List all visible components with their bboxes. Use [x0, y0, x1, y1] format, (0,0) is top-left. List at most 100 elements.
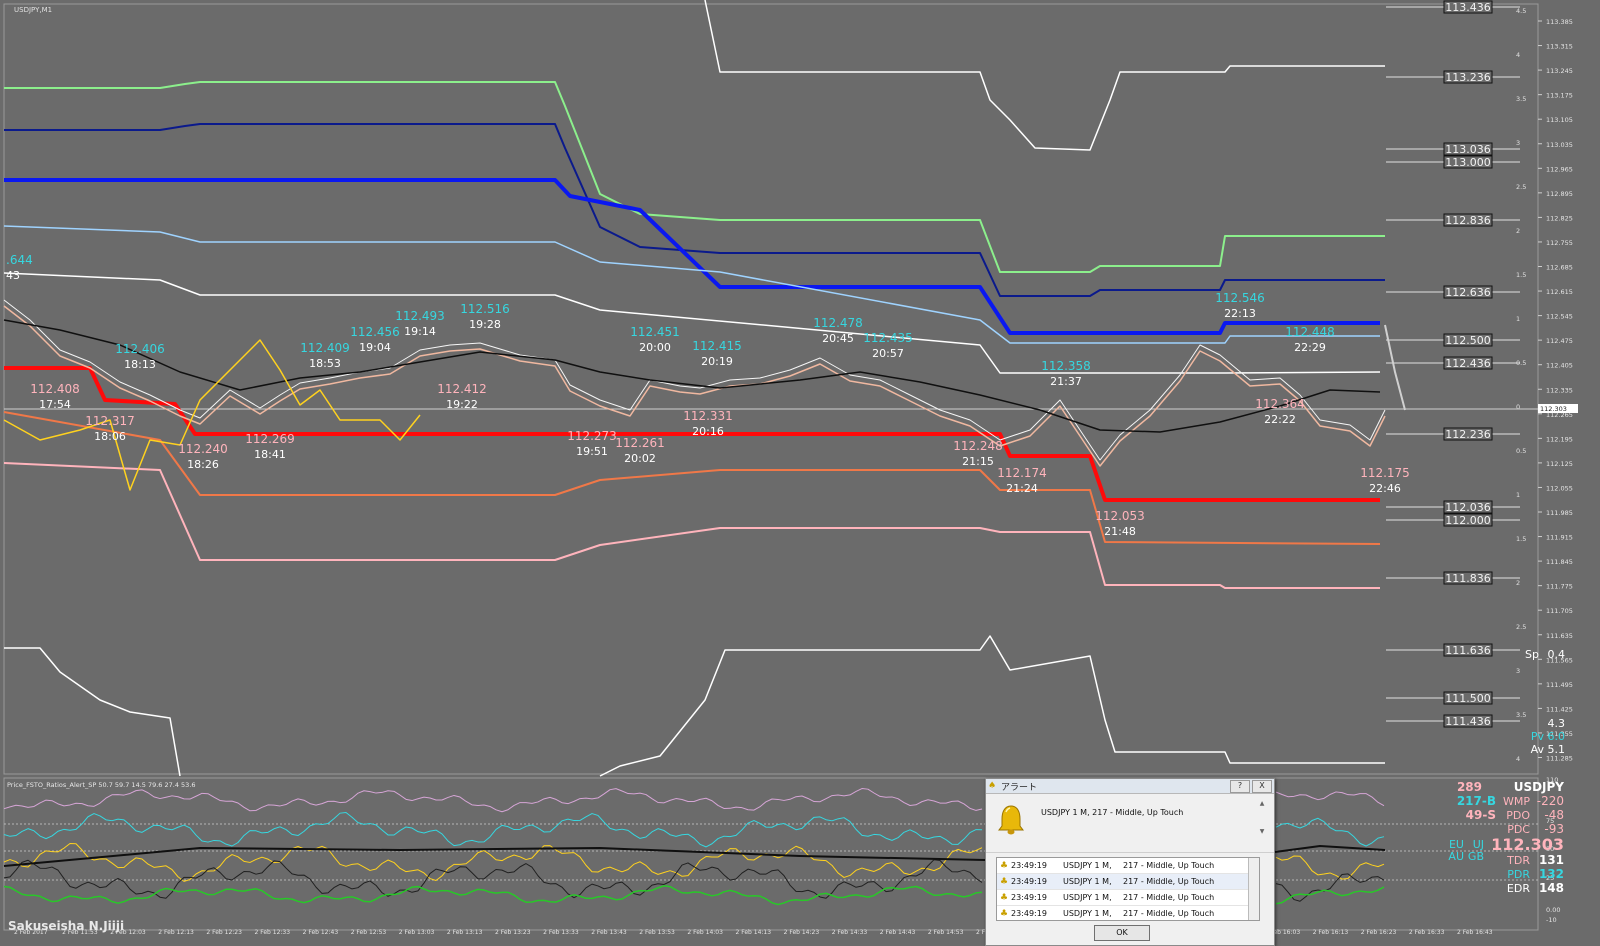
- x-tick-label: 2 Feb 14:43: [880, 929, 916, 936]
- low-time-label: 20:02: [624, 452, 656, 465]
- sigma-label: 4.5: [1516, 7, 1526, 15]
- alert-history-row[interactable]: ♣ 23:49:19 USDJPY 1 M, 217 - Middle, Up Tou…: [997, 890, 1259, 906]
- x-tick-label: 2 Feb 14:33: [832, 929, 868, 936]
- x-tick-label: 2 Feb 14:13: [736, 929, 772, 936]
- alert-row-symbol: USDJPY 1 M,: [1063, 893, 1112, 902]
- level-box-label: 113.000: [1445, 156, 1491, 169]
- level-box-label: 112.036: [1445, 501, 1491, 514]
- alert-row-time: 23:49:19: [1011, 893, 1047, 902]
- y-tick-label: 111.915: [1546, 534, 1573, 542]
- x-tick-label: 2 Feb 16:13: [1313, 929, 1349, 936]
- sigma-label: 3: [1516, 667, 1520, 675]
- stat-pdr: PDR: [1507, 868, 1530, 881]
- help-button[interactable]: ?: [1230, 780, 1250, 793]
- message-scrollbar[interactable]: ▲ ▼: [1258, 800, 1266, 844]
- low-time-label: 18:26: [187, 458, 219, 471]
- low-price-label: 112.174: [997, 466, 1047, 480]
- low-time-label: 21:48: [1104, 525, 1136, 538]
- stat-289: 289: [1457, 780, 1482, 794]
- x-tick-label: 2 Feb 16:23: [1361, 929, 1397, 936]
- y-tick-label: 113.315: [1546, 43, 1573, 51]
- close-button[interactable]: X: [1252, 780, 1272, 793]
- alert-row-bell-icon: ♣: [999, 876, 1009, 887]
- high-time-label: 19:28: [469, 318, 501, 331]
- sigma-label: 2: [1516, 227, 1520, 235]
- x-tick-label: 2 Feb 12:43: [303, 929, 339, 936]
- alert-row-message: 217 - Middle, Up Touch: [1123, 909, 1215, 918]
- stat-tdr: TDR: [1506, 854, 1530, 867]
- high-time-label: 18:53: [309, 357, 341, 370]
- alert-history-row[interactable]: ♣ 23:49:19 USDJPY 1 M, 217 - Middle, Up Tou…: [997, 858, 1259, 874]
- x-tick-label: 2 Feb 16:43: [1457, 929, 1493, 936]
- low-price-label: 112.408: [30, 382, 80, 396]
- low-time-label: 18:06: [94, 430, 126, 443]
- y-tick-label: 111.495: [1546, 681, 1573, 689]
- alert-row-symbol: USDJPY 1 M,: [1063, 877, 1112, 886]
- x-tick-label: 2 Feb 13:43: [591, 929, 627, 936]
- high-price-label: 112.478: [813, 316, 863, 330]
- sigma-label: 3.5: [1516, 711, 1526, 719]
- x-tick-label: 2 Feb 14:53: [928, 929, 964, 936]
- alert-history-row[interactable]: ♣ 23:49:19 USDJPY 1 M, 217 - Middle, Up Tou…: [997, 906, 1259, 920]
- low-time-label: 21:24: [1006, 482, 1038, 495]
- low-price-label: 112.269: [245, 432, 295, 446]
- sigma-label: 4: [1516, 51, 1520, 59]
- watermark: Sakuseisha N.Jiiji: [8, 919, 124, 933]
- y-tick-label: 112.545: [1546, 313, 1573, 321]
- indicator-title: Price_FSTO_Ratios_Alert_SP 50.7 59.7 14.…: [7, 781, 196, 789]
- spread-value: 0.4: [1548, 648, 1566, 661]
- sigma-label: 2.5: [1516, 623, 1526, 631]
- x-tick-label: 2 Feb 12:33: [255, 929, 291, 936]
- stat-edr-value: 148: [1539, 881, 1564, 895]
- alert-row-time: 23:49:19: [1011, 877, 1047, 886]
- alert-message-panel: USDJPY 1 M, 217 - Middle, Up Touch ▲ ▼: [986, 794, 1274, 853]
- low-time-label: 17:54: [39, 398, 71, 411]
- stat-pdr-value: 132: [1539, 867, 1564, 881]
- ok-button[interactable]: OK: [1094, 925, 1150, 941]
- y-tick-label: 112.195: [1546, 435, 1573, 443]
- level-box-label: 111.500: [1445, 692, 1491, 705]
- y-tick-label: 112.125: [1546, 460, 1573, 468]
- high-time-label: 19:14: [404, 325, 436, 338]
- x-tick-label: 2 Feb 13:53: [639, 929, 675, 936]
- y-tick-label: 112.685: [1546, 264, 1573, 272]
- high-price-label: 112.448: [1285, 325, 1335, 339]
- low-time-label: 19:22: [446, 398, 478, 411]
- trading-chart[interactable]: USDJPY,M1113.385113.315113.245113.175113…: [0, 0, 1600, 945]
- indicator-y-label: -10: [1546, 916, 1557, 924]
- alert-row-bell-icon: ♣: [999, 908, 1009, 919]
- high-price-label: 112.546: [1215, 291, 1265, 305]
- alert-row-message: 217 - Middle, Up Touch: [1123, 893, 1215, 902]
- y-tick-label: 111.985: [1546, 509, 1573, 517]
- sigma-label: 4: [1516, 755, 1520, 763]
- y-tick-label: 111.845: [1546, 558, 1573, 566]
- alert-title: アラート: [1001, 782, 1038, 793]
- stat-49s: 49-S: [1466, 808, 1496, 822]
- y-tick-label: 112.755: [1546, 239, 1573, 247]
- high-time-label: 20:19: [701, 355, 733, 368]
- alert-bell-small-icon: ♠: [988, 781, 997, 791]
- high-time-label: 20:57: [872, 347, 904, 360]
- list-scrollbar[interactable]: [1248, 858, 1259, 920]
- alert-history-row[interactable]: ♣ 23:49:19 USDJPY 1 M, 217 - Middle, Up Tou…: [997, 874, 1259, 890]
- alert-titlebar[interactable]: ♠ アラート ? X: [986, 779, 1274, 794]
- y-tick-label: 113.105: [1546, 116, 1573, 124]
- high-time-label: 19:04: [359, 341, 391, 354]
- sigma-label: 3: [1516, 139, 1520, 147]
- alert-history-list[interactable]: ♣ 23:49:19 USDJPY 1 M, 217 - Middle, Up Tou…: [996, 857, 1260, 921]
- low-time-label: 19:51: [576, 445, 608, 458]
- high-price-label: 112.493: [395, 309, 445, 323]
- alert-row-symbol: USDJPY 1 M,: [1063, 909, 1112, 918]
- alert-dialog[interactable]: ♠ アラート ? X USDJPY 1 M, 217 - Middle, Up …: [985, 778, 1275, 946]
- stat-tdr-value: 131: [1539, 853, 1564, 867]
- high-price-label: 112.358: [1041, 359, 1091, 373]
- spread-label: Sp: [1525, 648, 1539, 661]
- symbol-title: USDJPY,M1: [14, 6, 52, 14]
- low-price-label: 112.175: [1360, 466, 1410, 480]
- high-time-label: 22:13: [1224, 307, 1256, 320]
- low-price-label: 112.261: [615, 436, 665, 450]
- stat-wmp: WMP: [1503, 795, 1530, 808]
- x-tick-label: 2 Feb 13:23: [495, 929, 531, 936]
- y-tick-label: 112.895: [1546, 190, 1573, 198]
- alert-message: USDJPY 1 M, 217 - Middle, Up Touch: [1041, 808, 1184, 817]
